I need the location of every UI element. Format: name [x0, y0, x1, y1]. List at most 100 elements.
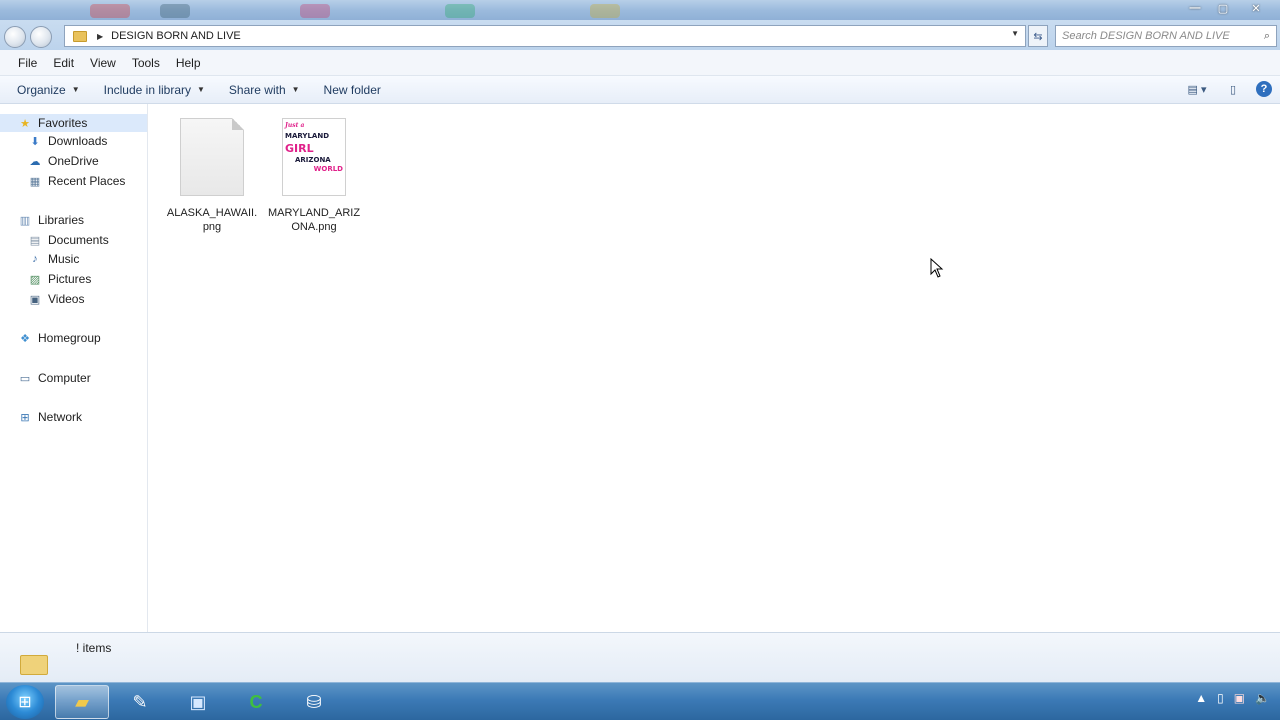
nav-computer-label: Computer — [38, 371, 91, 385]
nav-downloads-label: Downloads — [48, 134, 108, 148]
search-input[interactable]: Search DESIGN BORN AND LIVE ⌕ — [1055, 25, 1277, 47]
nav-favorites-label: Favorites — [38, 116, 88, 130]
menu-help[interactable]: Help — [168, 56, 209, 70]
help-icon[interactable]: ? — [1256, 81, 1272, 97]
nav-music-label: Music — [48, 252, 80, 266]
nav-videos-label: Videos — [48, 292, 85, 306]
start-button[interactable]: ⊞ — [6, 685, 44, 719]
notepad-icon: ✎ — [132, 691, 148, 712]
nav-pictures-label: Pictures — [48, 272, 92, 286]
address-row: ▶ DESIGN BORN AND LIVE ▼ ⇆ Search DESIGN… — [0, 20, 1280, 50]
nav-music[interactable]: ♪ Music — [28, 252, 79, 266]
file-list-area[interactable]: ALASKA_HAWAII.png Just a MARYLAND GIRL A… — [149, 104, 1280, 632]
glass-reflection — [590, 4, 620, 18]
menu-view[interactable]: View — [82, 56, 124, 70]
folder-icon — [20, 655, 48, 675]
network-tray-icon[interactable]: ▣ — [1234, 691, 1245, 705]
nav-pictures[interactable]: ▨ Pictures — [28, 272, 92, 286]
address-bar[interactable]: ▶ DESIGN BORN AND LIVE ▼ — [64, 25, 1026, 47]
organize-button[interactable]: Organize ▼ — [10, 83, 87, 97]
nav-documents-label: Documents — [48, 233, 109, 247]
change-view-icon[interactable]: ▤ ▾ — [1184, 81, 1210, 97]
breadcrumb-arrow-icon[interactable]: ▶ — [97, 32, 103, 41]
show-hidden-icons-icon[interactable]: ▲ — [1195, 691, 1207, 705]
taskbar-notepad[interactable]: ✎ — [113, 685, 167, 719]
close-button[interactable]: ✕ — [1238, 0, 1274, 16]
nav-network-label: Network — [38, 410, 83, 424]
volume-icon[interactable]: 🔈 — [1255, 691, 1270, 705]
breadcrumb-current-folder[interactable]: DESIGN BORN AND LIVE — [111, 30, 241, 42]
menu-file[interactable]: File — [10, 56, 45, 70]
file-item[interactable]: ALASKA_HAWAII.png — [164, 118, 260, 234]
nav-homegroup[interactable]: ❖ Homegroup — [18, 331, 101, 345]
glass-reflection — [300, 4, 330, 18]
search-icon[interactable]: ⌕ — [1258, 30, 1276, 43]
file-name: MARYLAND_ARIZONA.png — [267, 207, 361, 233]
taskbar-explorer[interactable]: ▰ — [55, 685, 109, 719]
preview-pane-icon[interactable]: ▯ — [1220, 81, 1246, 97]
address-dropdown-icon[interactable]: ▼ — [1011, 29, 1019, 38]
recent-places-icon: ▦ — [29, 175, 41, 188]
taskbar-store[interactable]: ⛁ — [287, 685, 341, 719]
nav-downloads[interactable]: ⬇ Downloads — [28, 134, 107, 148]
camtasia-icon: C — [249, 691, 263, 712]
file-item[interactable]: Just a MARYLAND GIRL ARIZONA WORLD MARYL… — [266, 118, 362, 234]
title-bar: — ▢ ✕ — [0, 0, 1280, 20]
new-folder-label: New folder — [323, 82, 381, 97]
pictures-icon: ▨ — [29, 273, 41, 286]
new-folder-button[interactable]: New folder — [317, 83, 388, 97]
share-with-button[interactable]: Share with ▼ — [222, 83, 307, 97]
taskbar-camtasia[interactable]: C — [229, 685, 283, 719]
nav-recent-places-label: Recent Places — [48, 174, 126, 188]
downloads-icon: ⬇ — [30, 135, 40, 148]
nav-computer[interactable]: ▭ Computer — [18, 371, 91, 385]
maximize-button[interactable]: ▢ — [1210, 0, 1236, 16]
thumbnail-text: MARYLAND — [285, 132, 330, 140]
nav-favorites[interactable]: ★ Favorites — [0, 114, 147, 132]
chevron-down-icon: ▼ — [71, 85, 80, 94]
menu-bar: File Edit View Tools Help — [0, 50, 1280, 76]
nav-libraries[interactable]: ▥ Libraries — [18, 213, 84, 227]
nav-libraries-label: Libraries — [38, 213, 85, 227]
thumbnail-text: ARIZONA — [295, 156, 331, 164]
taskbar-remote-desktop[interactable]: ▣ — [171, 685, 225, 719]
nav-onedrive-label: OneDrive — [48, 154, 99, 168]
include-in-library-label: Include in library — [103, 82, 191, 97]
documents-icon: ▤ — [29, 234, 41, 247]
nav-videos[interactable]: ▣ Videos — [28, 292, 85, 306]
forward-button[interactable] — [30, 26, 52, 48]
nav-recent-places[interactable]: ▦ Recent Places — [28, 174, 126, 188]
item-count: ! items — [76, 641, 112, 655]
glass-reflection — [90, 4, 130, 18]
nav-documents[interactable]: ▤ Documents — [28, 233, 109, 247]
computer-icon: ▭ — [19, 372, 31, 385]
device-icon[interactable]: ▯ — [1217, 691, 1224, 705]
include-in-library-button[interactable]: Include in library ▼ — [97, 83, 212, 97]
menu-edit[interactable]: Edit — [45, 56, 82, 70]
music-icon: ♪ — [32, 253, 38, 265]
taskbar: ⊞ ▰ ✎ ▣ C ⛁ ▲ ▯ ▣ 🔈 — [0, 682, 1280, 720]
chevron-down-icon: ▼ — [291, 85, 300, 94]
explorer-icon: ▰ — [75, 691, 89, 712]
folder-icon — [73, 30, 87, 42]
system-tray: ▲ ▯ ▣ 🔈 — [1195, 691, 1270, 705]
glass-reflection — [160, 4, 190, 18]
image-thumbnail: Just a MARYLAND GIRL ARIZONA WORLD — [282, 118, 346, 196]
refresh-button[interactable]: ⇆ — [1028, 25, 1048, 47]
back-button[interactable] — [4, 26, 26, 48]
libraries-icon: ▥ — [19, 214, 31, 227]
file-name: ALASKA_HAWAII.png — [166, 207, 258, 233]
nav-onedrive[interactable]: ☁ OneDrive — [28, 154, 99, 168]
glass-reflection — [445, 4, 475, 18]
nav-network[interactable]: ⊞ Network — [18, 410, 82, 424]
network-icon: ⊞ — [20, 411, 30, 424]
organize-label: Organize — [17, 82, 66, 97]
store-icon: ⛁ — [306, 691, 322, 712]
windows-logo-icon: ⊞ — [18, 694, 32, 711]
menu-tools[interactable]: Tools — [124, 56, 168, 70]
star-icon: ★ — [20, 117, 30, 130]
videos-icon: ▣ — [29, 293, 41, 306]
onedrive-icon: ☁ — [29, 155, 41, 168]
minimize-button[interactable]: — — [1182, 0, 1208, 16]
blank-file-icon — [180, 118, 244, 196]
